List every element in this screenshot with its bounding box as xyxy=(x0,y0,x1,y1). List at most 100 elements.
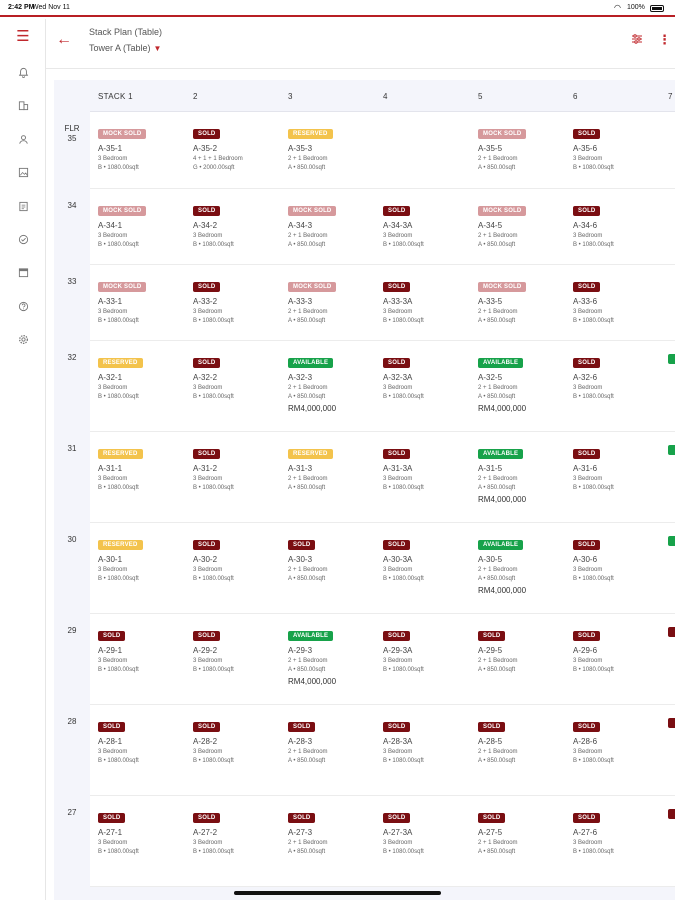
unit-cell[interactable]: SOLD A-28-2 3 Bedroom B • 1080.00sqft xyxy=(193,715,288,764)
unit-cell[interactable]: MOCK SOLD A-35-1 3 Bedroom B • 1080.00sqft xyxy=(98,122,193,171)
hamburger-menu-icon[interactable]: ☰ xyxy=(15,28,31,45)
unit-cell[interactable]: SOLD A-31-2 3 Bedroom B • 1080.00sqft xyxy=(193,442,288,491)
unit-price: RM4,000,000 xyxy=(478,495,527,504)
unit-cell[interactable]: RESERVED A-31-1 3 Bedroom B • 1080.00sqft xyxy=(98,442,193,491)
unit-type: 2 + 1 Bedroom xyxy=(288,749,328,755)
unit-cell[interactable]: SOLD A-35-6 3 Bedroom B • 1080.00sqft xyxy=(573,122,668,171)
unit-number: A-30-6 xyxy=(573,555,598,564)
check-circle-icon[interactable] xyxy=(15,231,31,247)
more-options-icon[interactable]: ⋮ xyxy=(658,32,671,48)
unit-size: B • 1080.00sqft xyxy=(383,758,424,764)
unit-cell[interactable]: RESERVED A-30-1 3 Bedroom B • 1080.00sqft xyxy=(98,533,193,582)
status-badge: AVAILABLE xyxy=(288,631,334,641)
unit-number: A-35-6 xyxy=(573,144,598,153)
unit-cell[interactable]: SOLD A-28-6 3 Bedroom B • 1080.00sqft xyxy=(573,715,668,764)
unit-cell[interactable]: RESERVED A-31-3 2 + 1 Bedroom A • 850.00sqf… xyxy=(288,442,383,491)
unit-cell[interactable]: SOLD A-30-3 2 + 1 Bedroom A • 850.00sqft xyxy=(288,533,383,582)
unit-cell-partial[interactable] xyxy=(668,351,675,369)
unit-size: B • 1080.00sqft xyxy=(193,576,234,582)
unit-size: B • 1080.00sqft xyxy=(383,849,424,855)
status-badge: SOLD xyxy=(288,540,316,550)
unit-size: A • 850.00sqft xyxy=(288,758,326,764)
unit-cell[interactable]: SOLD A-34-3A 3 Bedroom B • 1080.00sqft xyxy=(383,199,478,248)
chevron-down-icon: ▼ xyxy=(153,44,162,53)
image-icon[interactable] xyxy=(15,164,31,180)
status-badge: MOCK SOLD xyxy=(478,206,527,216)
unit-cell[interactable]: SOLD A-32-3A 3 Bedroom B • 1080.00sqft xyxy=(383,351,478,400)
unit-cell[interactable]: SOLD A-29-3A 3 Bedroom B • 1080.00sqft xyxy=(383,624,478,673)
unit-cell[interactable]: SOLD A-34-6 3 Bedroom B • 1080.00sqft xyxy=(573,199,668,248)
unit-cell[interactable]: SOLD A-31-3A 3 Bedroom B • 1080.00sqft xyxy=(383,442,478,491)
unit-type: 3 Bedroom xyxy=(573,309,603,315)
unit-cell[interactable]: SOLD A-35-2 4 + 1 + 1 Bedroom G • 2000.00sq… xyxy=(193,122,288,171)
unit-cell[interactable]: SOLD A-30-3A 3 Bedroom B • 1080.00sqft xyxy=(383,533,478,582)
unit-cell[interactable]: SOLD A-29-1 3 Bedroom B • 1080.00sqft xyxy=(98,624,193,673)
unit-cell[interactable]: AVAILABLE A-32-3 2 + 1 Bedroom A • 850.00sq… xyxy=(288,351,383,413)
unit-cell[interactable]: AVAILABLE A-30-5 2 + 1 Bedroom A • 850.00sq… xyxy=(478,533,573,595)
floor-label: 31 xyxy=(67,444,77,453)
unit-cell[interactable]: SOLD A-32-2 3 Bedroom B • 1080.00sqft xyxy=(193,351,288,400)
unit-cell[interactable]: SOLD A-28-3 2 + 1 Bedroom A • 850.00sqft xyxy=(288,715,383,764)
table-row: SOLD A-27-1 3 Bedroom B • 1080.00sqft SOLD A-… xyxy=(90,796,675,887)
column-header: STACK 1 xyxy=(98,92,133,101)
unit-number: A-32-5 xyxy=(478,373,503,382)
unit-cell[interactable]: SOLD A-28-1 3 Bedroom B • 1080.00sqft xyxy=(98,715,193,764)
unit-cell[interactable]: SOLD A-29-2 3 Bedroom B • 1080.00sqft xyxy=(193,624,288,673)
tower-selector[interactable]: Tower A (Table) ▼ xyxy=(89,43,161,53)
unit-type: 2 + 1 Bedroom xyxy=(478,840,518,846)
unit-cell[interactable]: MOCK SOLD A-34-1 3 Bedroom B • 1080.00sqft xyxy=(98,199,193,248)
status-badge: SOLD xyxy=(98,631,126,641)
user-icon[interactable] xyxy=(15,131,31,147)
floor-label: 27 xyxy=(67,808,77,817)
unit-cell[interactable]: SOLD A-30-6 3 Bedroom B • 1080.00sqft xyxy=(573,533,668,582)
unit-cell-partial[interactable] xyxy=(668,715,675,733)
column-header: 4 xyxy=(383,92,388,101)
unit-cell[interactable]: MOCK SOLD A-33-3 2 + 1 Bedroom A • 850.00sq… xyxy=(288,275,383,324)
unit-cell-partial[interactable] xyxy=(668,533,675,551)
unit-cell[interactable]: SOLD A-33-2 3 Bedroom B • 1080.00sqft xyxy=(193,275,288,324)
unit-cell[interactable]: SOLD A-29-6 3 Bedroom B • 1080.00sqft xyxy=(573,624,668,673)
unit-cell[interactable]: SOLD A-27-2 3 Bedroom B • 1080.00sqft xyxy=(193,806,288,855)
unit-cell[interactable]: MOCK SOLD A-34-3 2 + 1 Bedroom A • 850.00sq… xyxy=(288,199,383,248)
document-icon[interactable] xyxy=(15,198,31,214)
unit-cell-partial[interactable] xyxy=(668,624,675,642)
unit-cell[interactable]: SOLD A-31-6 3 Bedroom B • 1080.00sqft xyxy=(573,442,668,491)
unit-cell[interactable]: SOLD A-32-6 3 Bedroom B • 1080.00sqft xyxy=(573,351,668,400)
unit-size: A • 850.00sqft xyxy=(478,576,516,582)
help-icon[interactable] xyxy=(15,298,31,314)
unit-cell[interactable]: SOLD A-27-3A 3 Bedroom B • 1080.00sqft xyxy=(383,806,478,855)
unit-cell[interactable]: RESERVED A-32-1 3 Bedroom B • 1080.00sqft xyxy=(98,351,193,400)
unit-type: 2 + 1 Bedroom xyxy=(288,658,328,664)
unit-cell[interactable]: SOLD A-28-3A 3 Bedroom B • 1080.00sqft xyxy=(383,715,478,764)
unit-cell[interactable]: SOLD A-29-5 2 + 1 Bedroom A • 850.00sqft xyxy=(478,624,573,673)
unit-cell[interactable]: SOLD A-33-3A 3 Bedroom B • 1080.00sqft xyxy=(383,275,478,324)
unit-cell-partial[interactable] xyxy=(668,442,675,460)
unit-cell[interactable]: SOLD A-27-3 2 + 1 Bedroom A • 850.00sqft xyxy=(288,806,383,855)
unit-cell[interactable]: MOCK SOLD A-33-1 3 Bedroom B • 1080.00sqft xyxy=(98,275,193,324)
unit-cell[interactable]: MOCK SOLD A-35-5 2 + 1 Bedroom A • 850.00sq… xyxy=(478,122,573,171)
unit-cell[interactable]: SOLD A-28-5 2 + 1 Bedroom A • 850.00sqft xyxy=(478,715,573,764)
unit-cell[interactable]: SOLD A-27-5 2 + 1 Bedroom A • 850.00sqft xyxy=(478,806,573,855)
unit-cell[interactable]: RESERVED A-35-3 2 + 1 Bedroom A • 850.00sqf… xyxy=(288,122,383,171)
unit-cell[interactable]: AVAILABLE A-31-5 2 + 1 Bedroom A • 850.00sq… xyxy=(478,442,573,504)
unit-cell[interactable]: SOLD A-27-6 3 Bedroom B • 1080.00sqft xyxy=(573,806,668,855)
unit-cell[interactable]: AVAILABLE A-29-3 2 + 1 Bedroom A • 850.00sq… xyxy=(288,624,383,686)
filter-icon[interactable] xyxy=(631,33,643,48)
unit-cell-partial[interactable] xyxy=(668,806,675,824)
unit-cell[interactable]: MOCK SOLD A-34-5 2 + 1 Bedroom A • 850.00sq… xyxy=(478,199,573,248)
bell-icon[interactable] xyxy=(15,64,31,80)
unit-cell[interactable]: MOCK SOLD A-33-5 2 + 1 Bedroom A • 850.00sq… xyxy=(478,275,573,324)
unit-cell[interactable]: SOLD A-27-1 3 Bedroom B • 1080.00sqft xyxy=(98,806,193,855)
floor-label: 33 xyxy=(67,277,77,286)
unit-cell[interactable]: SOLD A-33-6 3 Bedroom B • 1080.00sqft xyxy=(573,275,668,324)
unit-cell[interactable]: SOLD A-30-2 3 Bedroom B • 1080.00sqft xyxy=(193,533,288,582)
unit-number: A-28-3 xyxy=(288,737,313,746)
unit-type: 3 Bedroom xyxy=(193,309,223,315)
unit-cell[interactable]: AVAILABLE A-32-5 2 + 1 Bedroom A • 850.00sq… xyxy=(478,351,573,413)
buildings-icon[interactable] xyxy=(15,97,31,113)
status-badge xyxy=(668,627,675,637)
calendar-icon[interactable] xyxy=(15,264,31,280)
settings-icon[interactable] xyxy=(15,331,31,347)
back-arrow-icon[interactable]: ← xyxy=(56,31,72,49)
unit-cell[interactable]: SOLD A-34-2 3 Bedroom B • 1080.00sqft xyxy=(193,199,288,248)
